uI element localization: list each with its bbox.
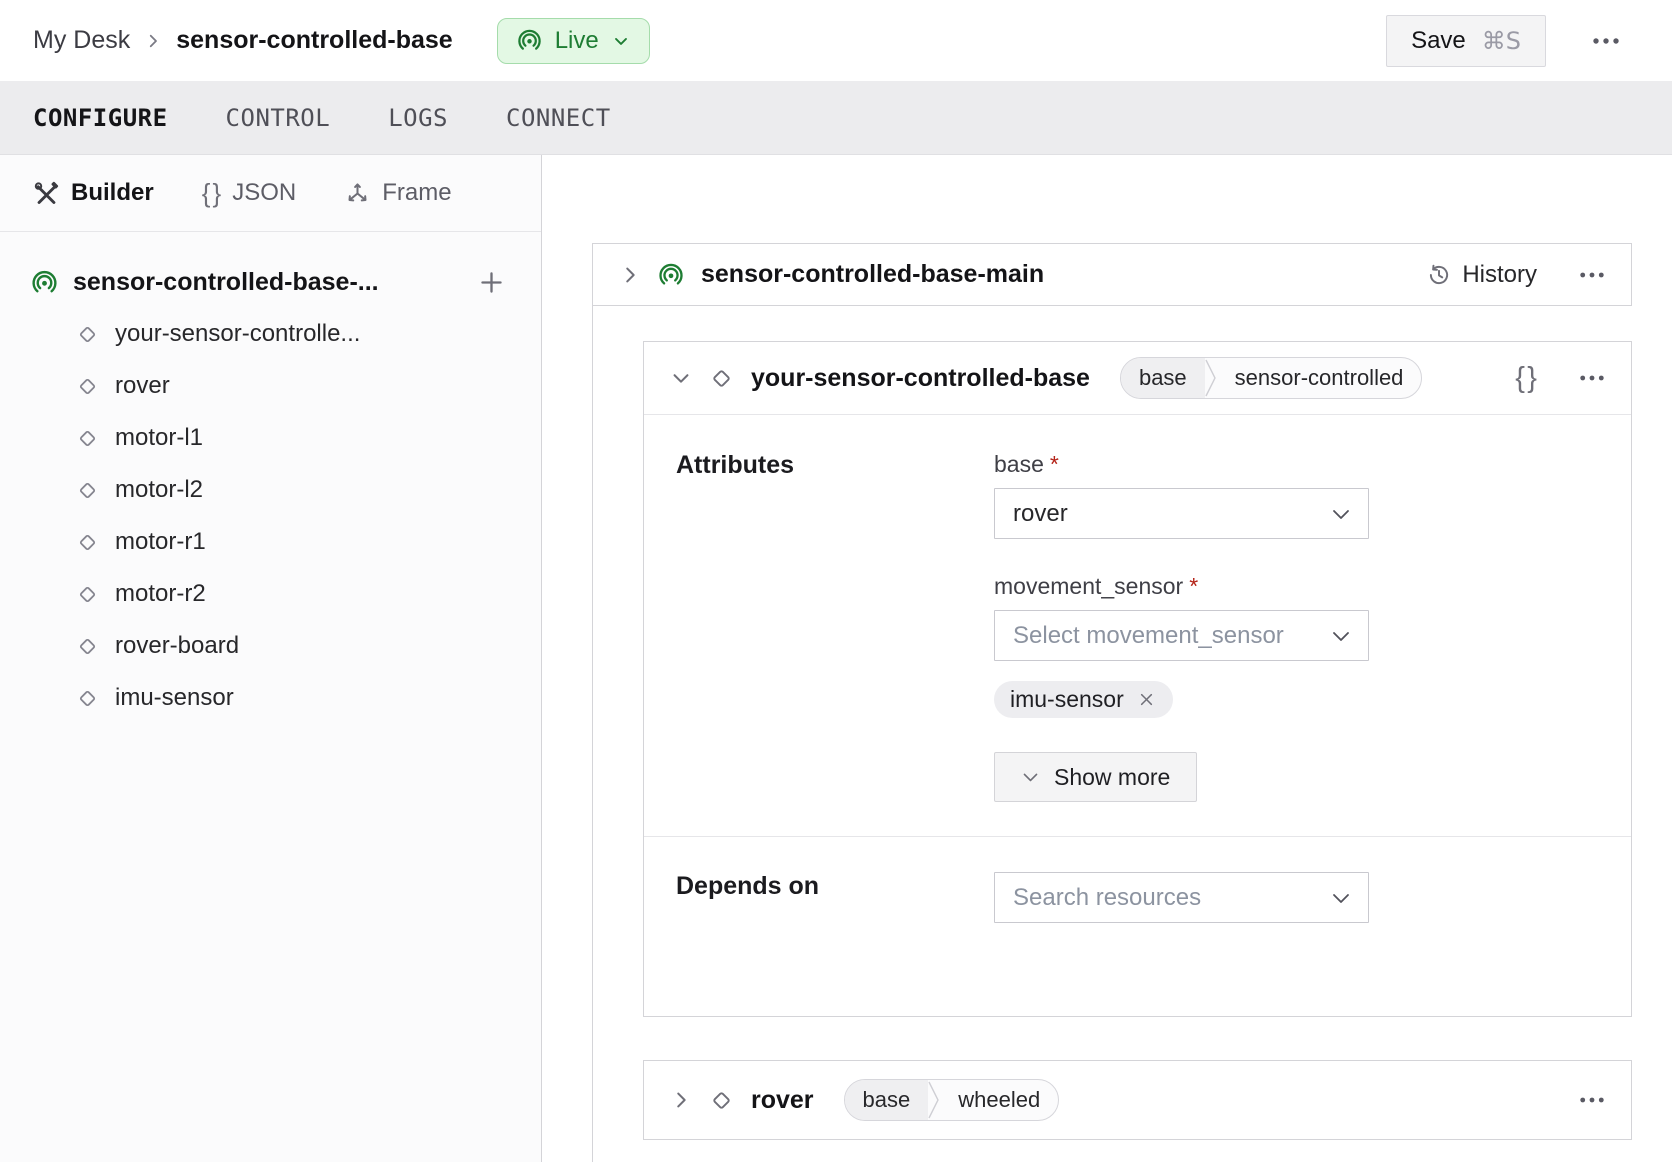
imu-sensor-chip: imu-sensor (994, 681, 1173, 718)
required-asterisk: * (1189, 573, 1198, 599)
save-button[interactable]: Save ⌘S (1386, 15, 1546, 67)
breadcrumb: My Desk sensor-controlled-base (33, 26, 453, 55)
broadcast-icon (516, 27, 543, 54)
depends-on-select[interactable]: Search resources (994, 872, 1369, 923)
component-diamond-icon (75, 322, 100, 347)
movement-sensor-select[interactable]: Select movement_sensor (994, 610, 1369, 661)
collapse-button[interactable] (670, 367, 692, 389)
view-tab-frame[interactable]: Frame (344, 179, 451, 207)
sidebar-view-tabs: Builder { } JSON Frame (0, 155, 541, 232)
chevron-down-icon (670, 367, 692, 389)
braces-icon: { } (202, 178, 222, 209)
machine-name: sensor-controlled-base (176, 26, 452, 55)
part-connector-rail (592, 306, 593, 1162)
tree-item-motor-r1[interactable]: motor-r1 (0, 516, 541, 568)
tree-root-machine-part[interactable]: sensor-controlled-base-... (0, 256, 541, 308)
tab-connect[interactable]: CONNECT (506, 104, 611, 132)
topbar: My Desk sensor-controlled-base Live Save… (0, 0, 1672, 81)
save-shortcut: ⌘S (1482, 27, 1521, 55)
resource-title: your-sensor-controlled-base (751, 364, 1090, 393)
chevron-down-icon (1021, 771, 1040, 783)
history-button[interactable]: History (1426, 261, 1537, 289)
chevron-right-icon (619, 264, 641, 286)
component-diamond-icon (708, 365, 735, 392)
tree-item-motor-l2[interactable]: motor-l2 (0, 464, 541, 516)
ellipsis-icon (1579, 374, 1605, 382)
tools-icon (33, 180, 60, 207)
tree-item-rover[interactable]: rover (0, 360, 541, 412)
machine-tabbar: CONFIGURE CONTROL LOGS CONNECT (0, 81, 1672, 155)
badge-separator (1205, 357, 1217, 399)
resource-menu-button[interactable] (1579, 374, 1605, 382)
resource-card-your-sensor-controlled-base: your-sensor-controlled-base base sensor-… (643, 341, 1632, 1017)
chevron-right-icon (670, 1089, 692, 1111)
component-diamond-icon (75, 426, 100, 451)
view-tab-builder[interactable]: Builder (33, 179, 154, 207)
add-resource-button[interactable] (476, 267, 507, 298)
field-movement-sensor: movement_sensor* Select movement_sensor … (994, 573, 1369, 718)
configure-sidebar: Builder { } JSON Frame (0, 155, 542, 1162)
topbar-actions: Save ⌘S (1386, 15, 1620, 67)
component-diamond-icon (75, 686, 100, 711)
live-status-dropdown[interactable]: Live (497, 18, 650, 64)
show-more-button[interactable]: Show more (994, 752, 1197, 802)
resource-card-header: your-sensor-controlled-base base sensor-… (644, 342, 1631, 415)
component-diamond-icon (75, 530, 100, 555)
base-select[interactable]: rover (994, 488, 1369, 539)
ellipsis-icon (1579, 1096, 1605, 1104)
chevron-right-icon (144, 32, 162, 50)
configure-main: sensor-controlled-base-main History (542, 155, 1672, 1162)
chevron-down-icon (611, 31, 631, 51)
attributes-heading: Attributes (676, 451, 994, 802)
edit-json-button[interactable]: { } (1515, 362, 1537, 395)
tab-control[interactable]: CONTROL (226, 104, 331, 132)
ellipsis-icon (1592, 37, 1620, 45)
chevron-down-icon (1330, 629, 1352, 643)
component-diamond-icon (75, 478, 100, 503)
attributes-section: Attributes base* rover movement_sensor* … (644, 415, 1631, 836)
machine-broadcast-icon (30, 268, 59, 297)
tab-configure[interactable]: CONFIGURE (33, 104, 168, 132)
plus-icon (476, 267, 507, 298)
component-diamond-icon (75, 582, 100, 607)
remove-chip-button[interactable] (1136, 689, 1157, 710)
resource-menu-button[interactable] (1579, 1096, 1605, 1104)
machine-broadcast-icon (657, 261, 685, 289)
tab-logs[interactable]: LOGS (388, 104, 448, 132)
breadcrumb-parent-link[interactable]: My Desk (33, 26, 130, 55)
close-icon (1136, 689, 1157, 710)
resource-type-badge: base wheeled (844, 1079, 1060, 1121)
chevron-down-icon (1330, 507, 1352, 521)
tree-item-motor-r2[interactable]: motor-r2 (0, 568, 541, 620)
field-base: base* rover (994, 451, 1369, 539)
tree-item-imu-sensor[interactable]: imu-sensor (0, 672, 541, 724)
component-diamond-icon (75, 634, 100, 659)
part-expand-button[interactable] (619, 264, 641, 286)
history-icon (1426, 262, 1452, 288)
tree-item-your-sensor-controlled-base[interactable]: your-sensor-controlle... (0, 308, 541, 360)
ellipsis-icon (1579, 271, 1605, 279)
depends-on-section: Depends on Search resources (644, 836, 1631, 1016)
resource-tree: sensor-controlled-base-... your-sensor-c… (0, 232, 541, 724)
more-menu-button[interactable] (1592, 37, 1620, 45)
resource-card-rover: rover base wheeled (643, 1060, 1632, 1140)
part-menu-button[interactable] (1579, 271, 1605, 279)
view-tab-json[interactable]: { } JSON (202, 178, 297, 209)
resource-type-badge: base sensor-controlled (1120, 357, 1422, 399)
component-diamond-icon (708, 1087, 735, 1114)
part-title: sensor-controlled-base-main (701, 260, 1044, 289)
resource-title: rover (751, 1086, 814, 1115)
tree-item-motor-l1[interactable]: motor-l1 (0, 412, 541, 464)
required-asterisk: * (1050, 451, 1059, 477)
live-label: Live (555, 27, 599, 55)
frame-axes-icon (344, 180, 371, 207)
part-card: sensor-controlled-base-main History (592, 243, 1632, 306)
depends-on-heading: Depends on (676, 872, 994, 923)
badge-separator (928, 1079, 940, 1121)
expand-button[interactable] (670, 1089, 692, 1111)
component-diamond-icon (75, 374, 100, 399)
tree-item-rover-board[interactable]: rover-board (0, 620, 541, 672)
braces-icon: { } (1515, 362, 1537, 395)
chevron-down-icon (1330, 891, 1352, 905)
